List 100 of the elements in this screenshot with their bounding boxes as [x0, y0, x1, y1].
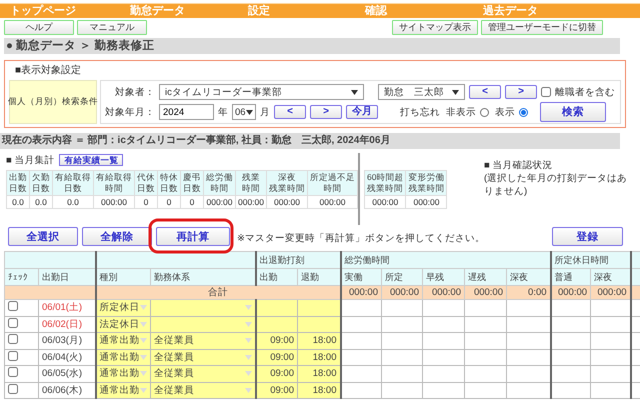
prev-button[interactable]: <: [469, 85, 501, 99]
group-header: 所定休日時間: [550, 252, 631, 268]
total-cell: 0:00: [506, 286, 551, 300]
total-cell: 000:00: [340, 286, 382, 300]
table-cell: 000:00: [406, 196, 447, 208]
column-header: 種別: [96, 268, 150, 286]
column-header: 所定: [382, 268, 422, 286]
checkbox[interactable]: [541, 87, 551, 97]
caret-icon: [244, 322, 252, 327]
field-label: 打ち忘れ: [400, 106, 440, 118]
column-header: 深夜 残業時間: [266, 170, 308, 196]
month-select[interactable]: 06: [232, 104, 256, 120]
row-checkbox[interactable]: [8, 350, 18, 361]
column-header: 代休 日数: [134, 170, 158, 196]
type-select[interactable]: 所定休日: [96, 300, 150, 316]
type-select[interactable]: 通常出勤: [96, 349, 150, 366]
search-button[interactable]: 検索: [540, 102, 606, 122]
menu-button[interactable]: ヘルプ: [4, 20, 74, 35]
prev-month-button[interactable]: <: [274, 105, 306, 119]
row-checkbox[interactable]: [8, 367, 18, 378]
caret-icon: [244, 305, 252, 310]
unit-label: 月: [260, 106, 270, 118]
type-select[interactable]: 通常出勤: [96, 332, 150, 349]
row-checkbox[interactable]: [8, 334, 18, 344]
section-title: ■ 当月集計: [6, 154, 54, 166]
column-header: 深夜: [590, 268, 631, 286]
table-cell: 09:00: [256, 382, 298, 398]
table-cell: 0: [134, 196, 158, 208]
row-checkbox[interactable]: [8, 318, 18, 328]
caret-icon: [140, 371, 147, 376]
row-checkbox[interactable]: [8, 384, 18, 394]
pattern-select[interactable]: 全従業員: [150, 332, 256, 349]
caret-icon: [246, 110, 253, 114]
column-header: 退勤: [298, 268, 340, 286]
column-header: 所定過不足 時間: [308, 170, 358, 196]
caret-icon: [140, 354, 147, 360]
field-label: 対象年月：: [105, 106, 155, 118]
total-cell: 000:00: [550, 286, 591, 300]
table-cell: [256, 300, 298, 316]
column-header: 出勤 日数: [6, 170, 30, 196]
caret-icon: [140, 322, 147, 327]
column-header: ﾁｪｯｸ: [4, 268, 38, 286]
column-header: 普通: [550, 268, 591, 286]
table-cell: 18:00: [298, 366, 340, 382]
radio-button[interactable]: [519, 108, 528, 116]
section-title: ■表示対象設定: [14, 64, 82, 78]
type-select[interactable]: 法定休日: [96, 316, 150, 332]
group-header: 総労働時間: [340, 252, 551, 268]
employee-select[interactable]: 勤怠 三太郎: [378, 84, 465, 100]
section-title: ■ 当月確認状況: [484, 159, 554, 172]
caret-icon: [244, 354, 252, 360]
caret-icon: [244, 388, 252, 393]
column-header: 有給取得 時間: [94, 170, 134, 196]
table-cell: 000:00: [266, 196, 308, 208]
table-cell: 0: [180, 196, 204, 208]
column-header: 勤務体系: [150, 268, 256, 286]
total-cell: 000:00: [464, 286, 506, 300]
caret-icon: [244, 371, 252, 376]
menu-button[interactable]: マニュアル: [77, 20, 147, 35]
pattern-select[interactable]: 全従業員: [150, 382, 256, 398]
menu-button[interactable]: 管理ユーザーモードに切替: [481, 20, 603, 35]
register-button[interactable]: 登録: [552, 227, 623, 246]
total-cell: 000:00: [382, 286, 422, 300]
table-cell: [256, 316, 298, 332]
type-select[interactable]: 通常出勤: [96, 366, 150, 382]
table-cell: 0.0: [6, 196, 30, 208]
column-header: 実働: [340, 268, 382, 286]
department-select[interactable]: icタイムリコーダー事業部: [159, 84, 364, 100]
year-field[interactable]: 2024: [159, 104, 214, 120]
next-button[interactable]: >: [505, 85, 537, 99]
type-select[interactable]: 通常出勤: [96, 382, 150, 398]
next-month-button[interactable]: >: [310, 105, 342, 119]
radio-button[interactable]: [480, 108, 489, 116]
action-button[interactable]: 再計算: [156, 227, 230, 246]
table-cell: 000:00: [236, 196, 266, 208]
table-cell: 09:00: [256, 349, 298, 366]
table-cell: 09:00: [256, 332, 298, 349]
paid-leave-button[interactable]: 有給実績一覧: [59, 154, 124, 166]
pattern-select[interactable]: 全従業員: [150, 366, 256, 382]
caret-icon: [351, 90, 358, 94]
table-cell: 000:00: [204, 196, 236, 208]
note-text: ※マスター変更時「再計算」ボタンを押してください。: [237, 232, 485, 245]
menu-button[interactable]: サイトマップ表示: [392, 20, 478, 35]
table-cell: 000:00: [308, 196, 358, 208]
caret-icon: [140, 305, 147, 310]
field-label: 対象者：: [114, 86, 155, 98]
column-header: 60時間超 残業時間: [364, 170, 406, 196]
column-header: 変形労働 残業時間: [406, 170, 447, 196]
table-cell: 18:00: [298, 382, 340, 398]
breadcrumb: ● 勤怠データ ＞ 勤務表修正: [4, 38, 620, 54]
total-cell: 000:00: [590, 286, 631, 300]
table-cell: 000:00: [94, 196, 134, 208]
this-month-button[interactable]: 今月: [346, 105, 378, 119]
action-button[interactable]: 全選択: [8, 227, 78, 246]
action-button[interactable]: 全解除: [82, 227, 152, 246]
pattern-select[interactable]: 全従業員: [150, 349, 256, 366]
column-header: 欠勤 日数: [30, 170, 52, 196]
row-checkbox[interactable]: [8, 301, 18, 312]
table-cell: 0: [158, 196, 180, 208]
radio-label: 表示: [495, 106, 515, 118]
